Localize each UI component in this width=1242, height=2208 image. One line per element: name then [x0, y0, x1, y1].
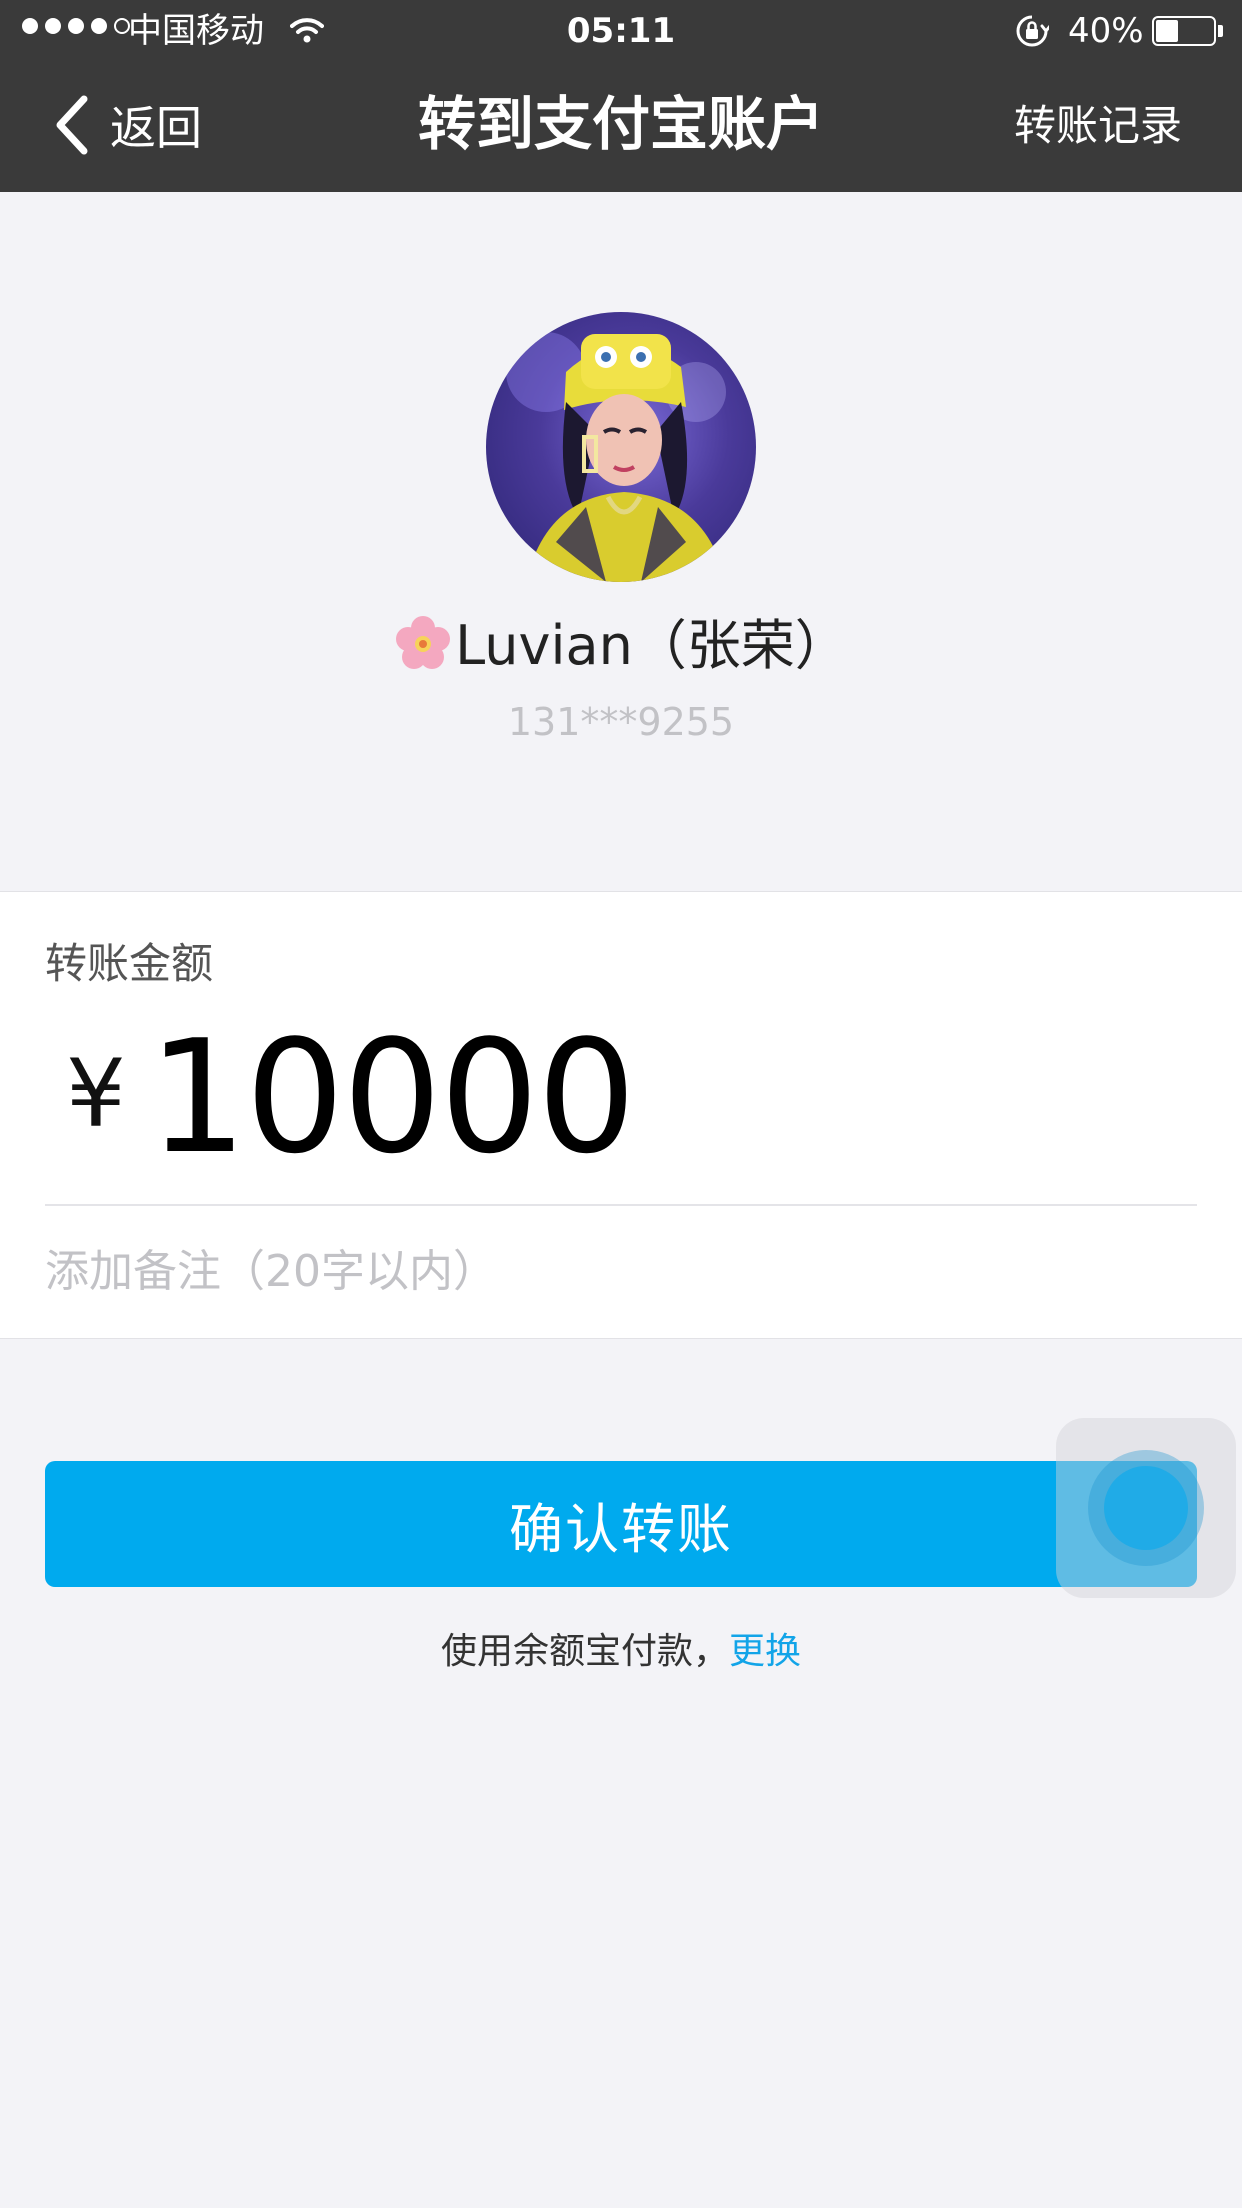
currency-symbol: ¥ — [66, 1040, 126, 1149]
status-bar: 中国移动 05:11 40% — [0, 0, 1242, 64]
flower-icon — [396, 616, 451, 669]
amount-label: 转账金额 — [45, 939, 214, 988]
assistive-touch-core — [1104, 1466, 1188, 1550]
change-payment-link[interactable]: 更换 — [729, 1631, 801, 1672]
clock: 05:11 — [566, 11, 676, 51]
divider — [45, 1204, 1197, 1206]
transfer-history-button[interactable]: 转账记录 — [1014, 96, 1182, 156]
rotation-lock-icon — [1016, 15, 1049, 47]
avatar — [486, 312, 756, 582]
recipient-name-text: Luvian（张荣） — [455, 614, 849, 677]
payment-method: 使用余额宝付款，更换 — [0, 1624, 1242, 1680]
battery-level — [1156, 20, 1178, 42]
payment-method-text: 使用余额宝付款， — [440, 1631, 729, 1672]
battery-tip — [1218, 25, 1223, 37]
remark-input[interactable]: 添加备注（20字以内） — [45, 1240, 497, 1304]
battery-percentage: 40% — [1068, 11, 1144, 51]
recipient-phone: 131***9255 — [507, 700, 735, 744]
amount-input[interactable]: 10000 — [148, 1012, 636, 1182]
recipient-name: Luvian（张荣） — [0, 606, 1242, 686]
confirm-transfer-button[interactable]: 确认转账 — [45, 1461, 1197, 1587]
avatar-portrait — [506, 332, 726, 582]
